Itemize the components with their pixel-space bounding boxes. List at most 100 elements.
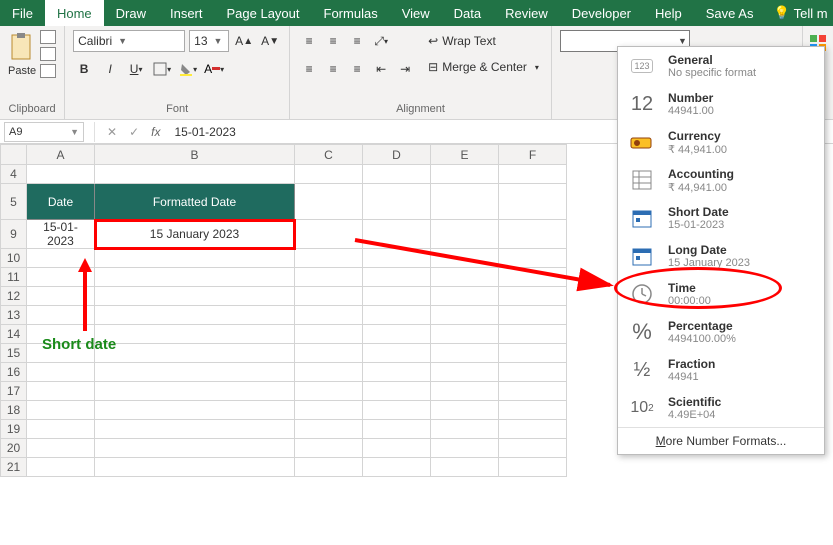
row-header-19[interactable]: 19 <box>1 420 27 439</box>
menu-help[interactable]: Help <box>643 0 694 26</box>
row-header-9[interactable]: 9 <box>1 220 27 249</box>
menu-formulas[interactable]: Formulas <box>312 0 390 26</box>
increase-indent-button[interactable]: ⇥ <box>394 58 416 80</box>
font-color-button[interactable]: A▾ <box>203 58 225 80</box>
tell-me[interactable]: 💡 Tell m <box>773 5 827 21</box>
format-currency[interactable]: Currency₹ 44,941.00 <box>618 123 824 161</box>
menu-home[interactable]: Home <box>45 0 104 26</box>
group-label-clipboard: Clipboard <box>8 103 56 117</box>
row-header-20[interactable]: 20 <box>1 439 27 458</box>
row-header-11[interactable]: 11 <box>1 268 27 287</box>
format-sub: 44941.00 <box>668 105 714 117</box>
format-time[interactable]: Time00:00:00 <box>618 275 824 313</box>
format-title: Scientific <box>668 395 721 409</box>
row-header-21[interactable]: 21 <box>1 458 27 477</box>
decrease-indent-button[interactable]: ⇤ <box>370 58 392 80</box>
currency-icon <box>626 128 658 156</box>
cell-B9[interactable]: 15 January 2023 <box>95 220 295 249</box>
merge-center-button[interactable]: ⊟Merge & Center▾ <box>424 56 543 78</box>
format-sub: 15 January 2023 <box>668 257 750 269</box>
align-right-button[interactable]: ≡ <box>346 58 368 80</box>
cell-A5[interactable]: Date <box>27 184 95 220</box>
group-label-alignment: Alignment <box>298 103 543 117</box>
menu-draw[interactable]: Draw <box>104 0 158 26</box>
wrap-text-button[interactable]: ↩Wrap Text <box>424 30 543 52</box>
row-header-10[interactable]: 10 <box>1 249 27 268</box>
row-header-13[interactable]: 13 <box>1 306 27 325</box>
group-label-font: Font <box>73 103 281 117</box>
format-short-date[interactable]: Short Date15-01-2023 <box>618 199 824 237</box>
grid[interactable]: A B C D E F 4 5 Date Formatted Date 9 15… <box>0 144 567 477</box>
menu-file[interactable]: File <box>0 0 45 26</box>
row-header-18[interactable]: 18 <box>1 401 27 420</box>
col-header-E[interactable]: E <box>431 145 499 165</box>
enter-formula-button[interactable]: ✓ <box>123 125 145 139</box>
format-number[interactable]: 12 Number44941.00 <box>618 85 824 123</box>
menu-insert[interactable]: Insert <box>158 0 215 26</box>
border-button[interactable]: ▾ <box>151 58 173 80</box>
bold-button[interactable]: B <box>73 58 95 80</box>
fraction-icon: ½ <box>626 356 658 384</box>
chevron-down-icon: ▼ <box>118 36 127 46</box>
decrease-font-button[interactable]: A▼ <box>259 30 281 52</box>
fill-color-button[interactable]: ▾ <box>177 58 199 80</box>
more-number-formats[interactable]: More Number Formats... <box>618 427 824 454</box>
name-box-value: A9 <box>9 126 22 138</box>
col-header-D[interactable]: D <box>363 145 431 165</box>
font-size-combo[interactable]: 13▼ <box>189 30 229 52</box>
fx-icon[interactable]: fx <box>145 125 166 139</box>
menu-view[interactable]: View <box>390 0 442 26</box>
format-sub: ₹ 44,941.00 <box>668 143 727 156</box>
cell-B5[interactable]: Formatted Date <box>95 184 295 220</box>
underline-button[interactable]: U ▾ <box>125 58 147 80</box>
row-header-15[interactable]: 15 <box>1 344 27 363</box>
format-percentage[interactable]: % Percentage4494100.00% <box>618 313 824 351</box>
format-long-date[interactable]: Long Date15 January 2023 <box>618 237 824 275</box>
col-header-A[interactable]: A <box>27 145 95 165</box>
row-header-16[interactable]: 16 <box>1 363 27 382</box>
italic-button[interactable]: I <box>99 58 121 80</box>
scientific-icon: 102 <box>626 394 658 422</box>
format-scientific[interactable]: 102 Scientific4.49E+04 <box>618 389 824 427</box>
format-title: Short Date <box>668 205 729 219</box>
cancel-formula-button[interactable]: ✕ <box>101 125 123 139</box>
col-header-B[interactable]: B <box>95 145 295 165</box>
row-header-4[interactable]: 4 <box>1 165 27 184</box>
format-sub: 15-01-2023 <box>668 219 729 231</box>
format-painter-button[interactable] <box>40 64 56 78</box>
align-bottom-button[interactable]: ≡ <box>346 30 368 52</box>
format-sub: No specific format <box>668 67 756 79</box>
row-header-12[interactable]: 12 <box>1 287 27 306</box>
row-header-17[interactable]: 17 <box>1 382 27 401</box>
row-header-14[interactable]: 14 <box>1 325 27 344</box>
menu-developer[interactable]: Developer <box>560 0 643 26</box>
select-all-corner[interactable] <box>1 145 27 165</box>
menu-save-as[interactable]: Save As <box>694 0 766 26</box>
orientation-button[interactable]: ⤢▾ <box>370 30 392 52</box>
format-title: Time <box>668 281 711 295</box>
menu-review[interactable]: Review <box>493 0 560 26</box>
col-header-C[interactable]: C <box>295 145 363 165</box>
increase-font-button[interactable]: A▲ <box>233 30 255 52</box>
chevron-down-icon: ▼ <box>70 127 79 137</box>
paste-label: Paste <box>8 65 36 77</box>
name-box[interactable]: A9 ▼ <box>4 122 84 142</box>
align-middle-button[interactable]: ≡ <box>322 30 344 52</box>
format-general[interactable]: 123 GeneralNo specific format <box>618 47 824 85</box>
font-name-combo[interactable]: Calibri▼ <box>73 30 185 52</box>
align-left-button[interactable]: ≡ <box>298 58 320 80</box>
copy-button[interactable] <box>40 47 56 61</box>
menu-page-layout[interactable]: Page Layout <box>215 0 312 26</box>
format-accounting[interactable]: Accounting₹ 44,941.00 <box>618 161 824 199</box>
align-center-button[interactable]: ≡ <box>322 58 344 80</box>
menu-data[interactable]: Data <box>442 0 493 26</box>
cut-button[interactable] <box>40 30 56 44</box>
cell-A9[interactable]: 15-01-2023 <box>27 220 95 249</box>
format-fraction[interactable]: ½ Fraction44941 <box>618 351 824 389</box>
format-title: Currency <box>668 129 727 143</box>
paste-button[interactable]: Paste <box>8 31 36 77</box>
align-top-button[interactable]: ≡ <box>298 30 320 52</box>
col-header-F[interactable]: F <box>499 145 567 165</box>
row-header-5[interactable]: 5 <box>1 184 27 220</box>
merge-label: Merge & Center <box>442 60 527 74</box>
